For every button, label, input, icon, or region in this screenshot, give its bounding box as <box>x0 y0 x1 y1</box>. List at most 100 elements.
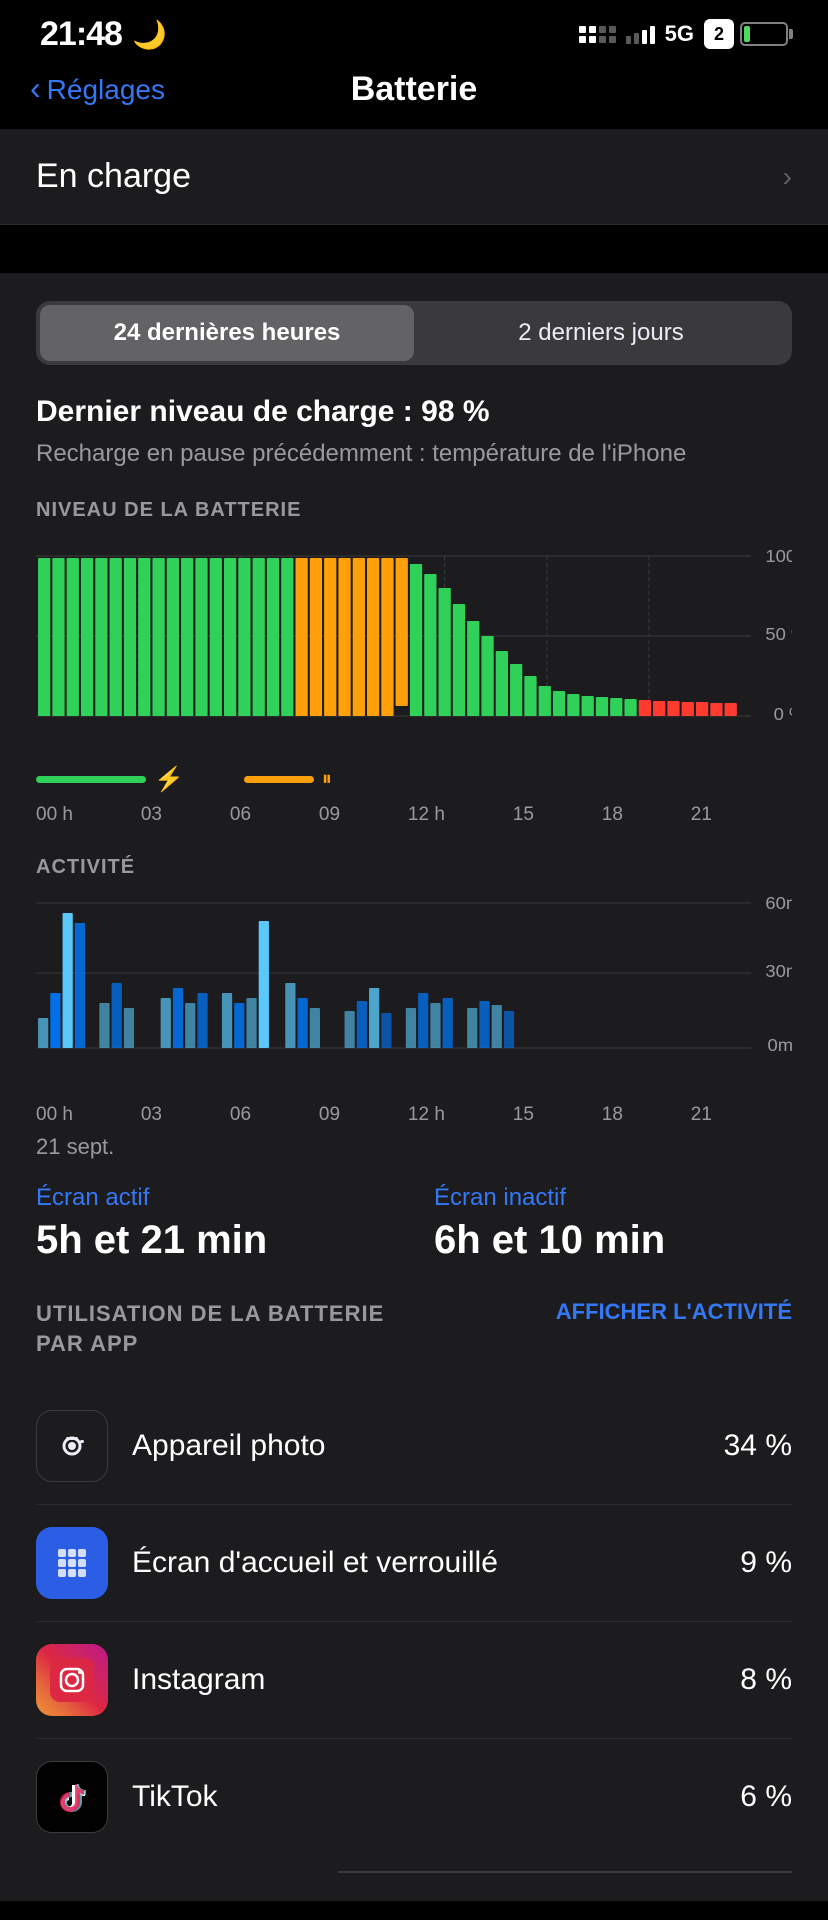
battery-chart-area: 100 % 50 % 0 % ⚡ ⏸ 00 h 03 06 09 12 h 15… <box>36 536 792 826</box>
x-label: 03 <box>141 1104 162 1126</box>
x-label: 21 <box>691 804 712 826</box>
inactive-screen-col: Écran inactif 6h et 10 min <box>434 1184 792 1263</box>
activity-chart-area: 60min 30min 0min 00 h 03 06 09 12 h 15 1… <box>36 893 792 1160</box>
back-label: Réglages <box>47 74 165 106</box>
pause-icon: ⏸ <box>322 768 332 791</box>
charging-indicators: ⚡ ⏸ <box>36 765 792 794</box>
active-screen-label: Écran actif <box>36 1184 394 1212</box>
battery-icon <box>740 22 788 46</box>
dot <box>599 26 606 33</box>
activity-chart-svg: 60min 30min 0min <box>36 893 792 1093</box>
dot <box>589 26 596 33</box>
app-name-tiktok: TikTok <box>132 1780 740 1814</box>
svg-text:0 %: 0 % <box>774 704 792 724</box>
app-icon-camera <box>36 1410 108 1482</box>
camera-svg <box>50 1424 94 1468</box>
x-label: 18 <box>602 1104 623 1126</box>
screen-stats: Écran actif 5h et 21 min Écran inactif 6… <box>36 1184 792 1263</box>
en-charge-row[interactable]: En charge › <box>0 129 828 225</box>
battery-container: 2 <box>704 19 788 49</box>
x-label: 03 <box>141 804 162 826</box>
app-percent-home: 9 % <box>740 1546 792 1580</box>
svg-text:100 %: 100 % <box>765 546 792 566</box>
app-name-camera: Appareil photo <box>132 1429 724 1463</box>
app-icon-home <box>36 1527 108 1599</box>
bottom-indicator <box>338 1871 792 1873</box>
battery-fill <box>744 26 750 42</box>
status-right: 5G 2 <box>579 19 788 49</box>
back-button[interactable]: ‹ Réglages <box>30 72 165 107</box>
svg-text:60min: 60min <box>765 893 792 913</box>
charge-level-title: Dernier niveau de charge : 98 % <box>36 395 792 429</box>
battery-x-labels: 00 h 03 06 09 12 h 15 18 21 <box>36 804 792 826</box>
signal-dots <box>579 26 616 43</box>
app-row-tiktok[interactable]: TikTok 6 % <box>36 1739 792 1855</box>
app-row-home[interactable]: Écran d'accueil et verrouillé 9 % <box>36 1505 792 1622</box>
page-title: Batterie <box>351 70 478 109</box>
app-usage-title: UTILISATION DE LA BATTERIE PAR APP <box>36 1299 384 1361</box>
dot <box>609 26 616 33</box>
show-activity-button[interactable]: AFFICHER L'ACTIVITÉ <box>556 1299 792 1325</box>
app-icon-instagram <box>36 1644 108 1716</box>
inactive-screen-label: Écran inactif <box>434 1184 792 1212</box>
battery-level-badge: 2 <box>704 19 734 49</box>
active-screen-value: 5h et 21 min <box>36 1218 394 1263</box>
x-label: 06 <box>230 1104 251 1126</box>
app-percent-instagram: 8 % <box>740 1663 792 1697</box>
x-label: 15 <box>513 804 534 826</box>
battery-chart-label: NIVEAU DE LA BATTERIE <box>36 499 792 522</box>
segment-2days[interactable]: 2 derniers jours <box>414 305 788 361</box>
x-label: 18 <box>602 804 623 826</box>
dot <box>579 26 586 33</box>
nav-bar: ‹ Réglages Batterie <box>0 60 828 129</box>
moon-icon: 🌙 <box>132 18 167 51</box>
dot <box>589 36 596 43</box>
activity-chart-label: ACTIVITÉ <box>36 856 792 879</box>
x-label: 12 h <box>408 804 445 826</box>
charge-subtitle: Recharge en pause précédemment : tempéra… <box>36 437 792 471</box>
orange-charge-indicator <box>244 776 314 783</box>
app-usage-header: UTILISATION DE LA BATTERIE PAR APP AFFIC… <box>36 1299 792 1361</box>
x-label: 21 <box>691 1104 712 1126</box>
svg-text:50 %: 50 % <box>765 624 792 644</box>
x-label: 00 h <box>36 804 73 826</box>
divider <box>0 241 828 273</box>
x-label: 12 h <box>408 1104 445 1126</box>
main-card: 24 dernières heures 2 derniers jours Der… <box>0 273 828 1901</box>
active-screen-col: Écran actif 5h et 21 min <box>36 1184 394 1263</box>
home-svg <box>50 1541 94 1585</box>
tiktok-svg <box>50 1775 94 1819</box>
app-row-instagram[interactable]: Instagram 8 % <box>36 1622 792 1739</box>
svg-text:0min: 0min <box>767 1035 792 1055</box>
chevron-right-icon: › <box>783 161 792 193</box>
segment-24h[interactable]: 24 dernières heures <box>40 305 414 361</box>
chevron-left-icon: ‹ <box>30 70 41 107</box>
app-percent-camera: 34 % <box>724 1429 792 1463</box>
app-name-instagram: Instagram <box>132 1663 740 1697</box>
activity-x-labels: 00 h 03 06 09 12 h 15 18 21 <box>36 1104 792 1126</box>
network-label: 5G <box>665 21 694 47</box>
segment-control[interactable]: 24 dernières heures 2 derniers jours <box>36 301 792 365</box>
app-icon-tiktok <box>36 1761 108 1833</box>
svg-text:30min: 30min <box>765 961 792 981</box>
dot <box>579 36 586 43</box>
app-row-camera[interactable]: Appareil photo 34 % <box>36 1388 792 1505</box>
signal-bars <box>626 24 655 44</box>
instagram-svg <box>50 1658 94 1702</box>
status-bar: 21:48 🌙 5G 2 <box>0 0 828 60</box>
app-name-home: Écran d'accueil et verrouillé <box>132 1546 740 1580</box>
dot <box>609 36 616 43</box>
status-time: 21:48 <box>40 15 122 54</box>
inactive-screen-value: 6h et 10 min <box>434 1218 792 1263</box>
dot <box>599 36 606 43</box>
x-label: 15 <box>513 1104 534 1126</box>
app-percent-tiktok: 6 % <box>740 1780 792 1814</box>
date-label: 21 sept. <box>36 1134 792 1160</box>
x-label: 09 <box>319 804 340 826</box>
en-charge-label: En charge <box>36 157 191 196</box>
x-label: 06 <box>230 804 251 826</box>
green-charge-indicator <box>36 776 146 783</box>
battery-chart-svg: 100 % 50 % 0 % <box>36 536 792 756</box>
x-label: 09 <box>319 1104 340 1126</box>
bolt-icon: ⚡ <box>154 765 184 794</box>
